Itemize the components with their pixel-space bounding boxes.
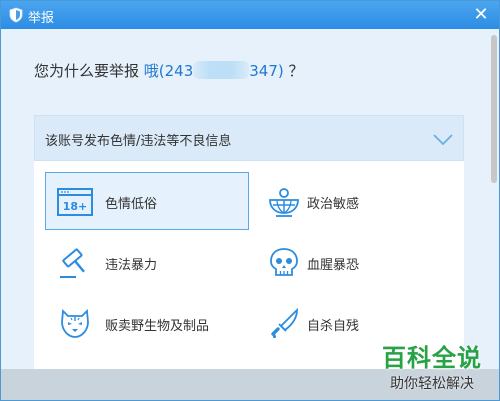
gavel-icon [60,248,85,278]
masked-account-digits [193,61,250,79]
report-category-dropdown[interactable]: 该账号发布色情/违法等不良信息 [34,115,464,161]
option-label: 贩卖野生物及制品 [105,319,210,334]
option-label: 政治敏感 [307,197,360,212]
option-gore-terror[interactable]: 血腥暴恐 [256,233,460,291]
chevron-down-icon [433,134,453,146]
skull-icon [270,248,298,276]
watermark-subtitle: 助你轻松解决 [390,376,474,392]
tiger-face-icon [61,309,89,338]
dropdown-label: 该账号发布色情/违法等不良信息 [45,134,232,149]
option-label: 色情低俗 [105,197,158,212]
option-wildlife-trade[interactable]: 贩卖野生物及制品 [45,294,249,352]
reported-account-end: 347) [249,62,284,80]
reported-account-start: 哦(243 [143,62,194,80]
close-button[interactable]: ✕ [471,5,491,25]
option-label: 违法暴力 [105,258,158,273]
option-porn-vulgar[interactable]: 18+ 色情低俗 [45,172,249,230]
age-badge-text: 18+ [63,200,88,213]
dialog-content: 您为什么要举报 哦(243 347) ？ 该账号发布色情/违法等不良信息 18+ … [1,29,499,373]
watermark-title: 百科全说 [382,344,482,372]
option-label: 自杀自残 [307,319,360,334]
shield-icon [9,7,23,23]
scrollbar-thumb[interactable] [491,35,497,183]
age-18-plus-icon: 18+ [57,188,93,216]
question-prefix: 您为什么要举报 [34,62,144,80]
knife-icon [271,308,298,339]
watermark: 百科全说 助你轻松解决 [372,338,492,396]
option-political[interactable]: 政治敏感 [256,172,460,230]
globe-podium-icon [269,188,299,217]
option-illegal-violence[interactable]: 违法暴力 [45,233,249,291]
window-title: 举报 [28,11,55,26]
vertical-scrollbar[interactable] [489,29,499,369]
title-bar[interactable]: 举报 ✕ [1,1,499,29]
report-question: 您为什么要举报 哦(243 347) ？ [34,60,304,81]
question-suffix: ？ [283,62,304,80]
close-icon: ✕ [473,4,489,25]
option-label: 血腥暴恐 [307,258,360,273]
